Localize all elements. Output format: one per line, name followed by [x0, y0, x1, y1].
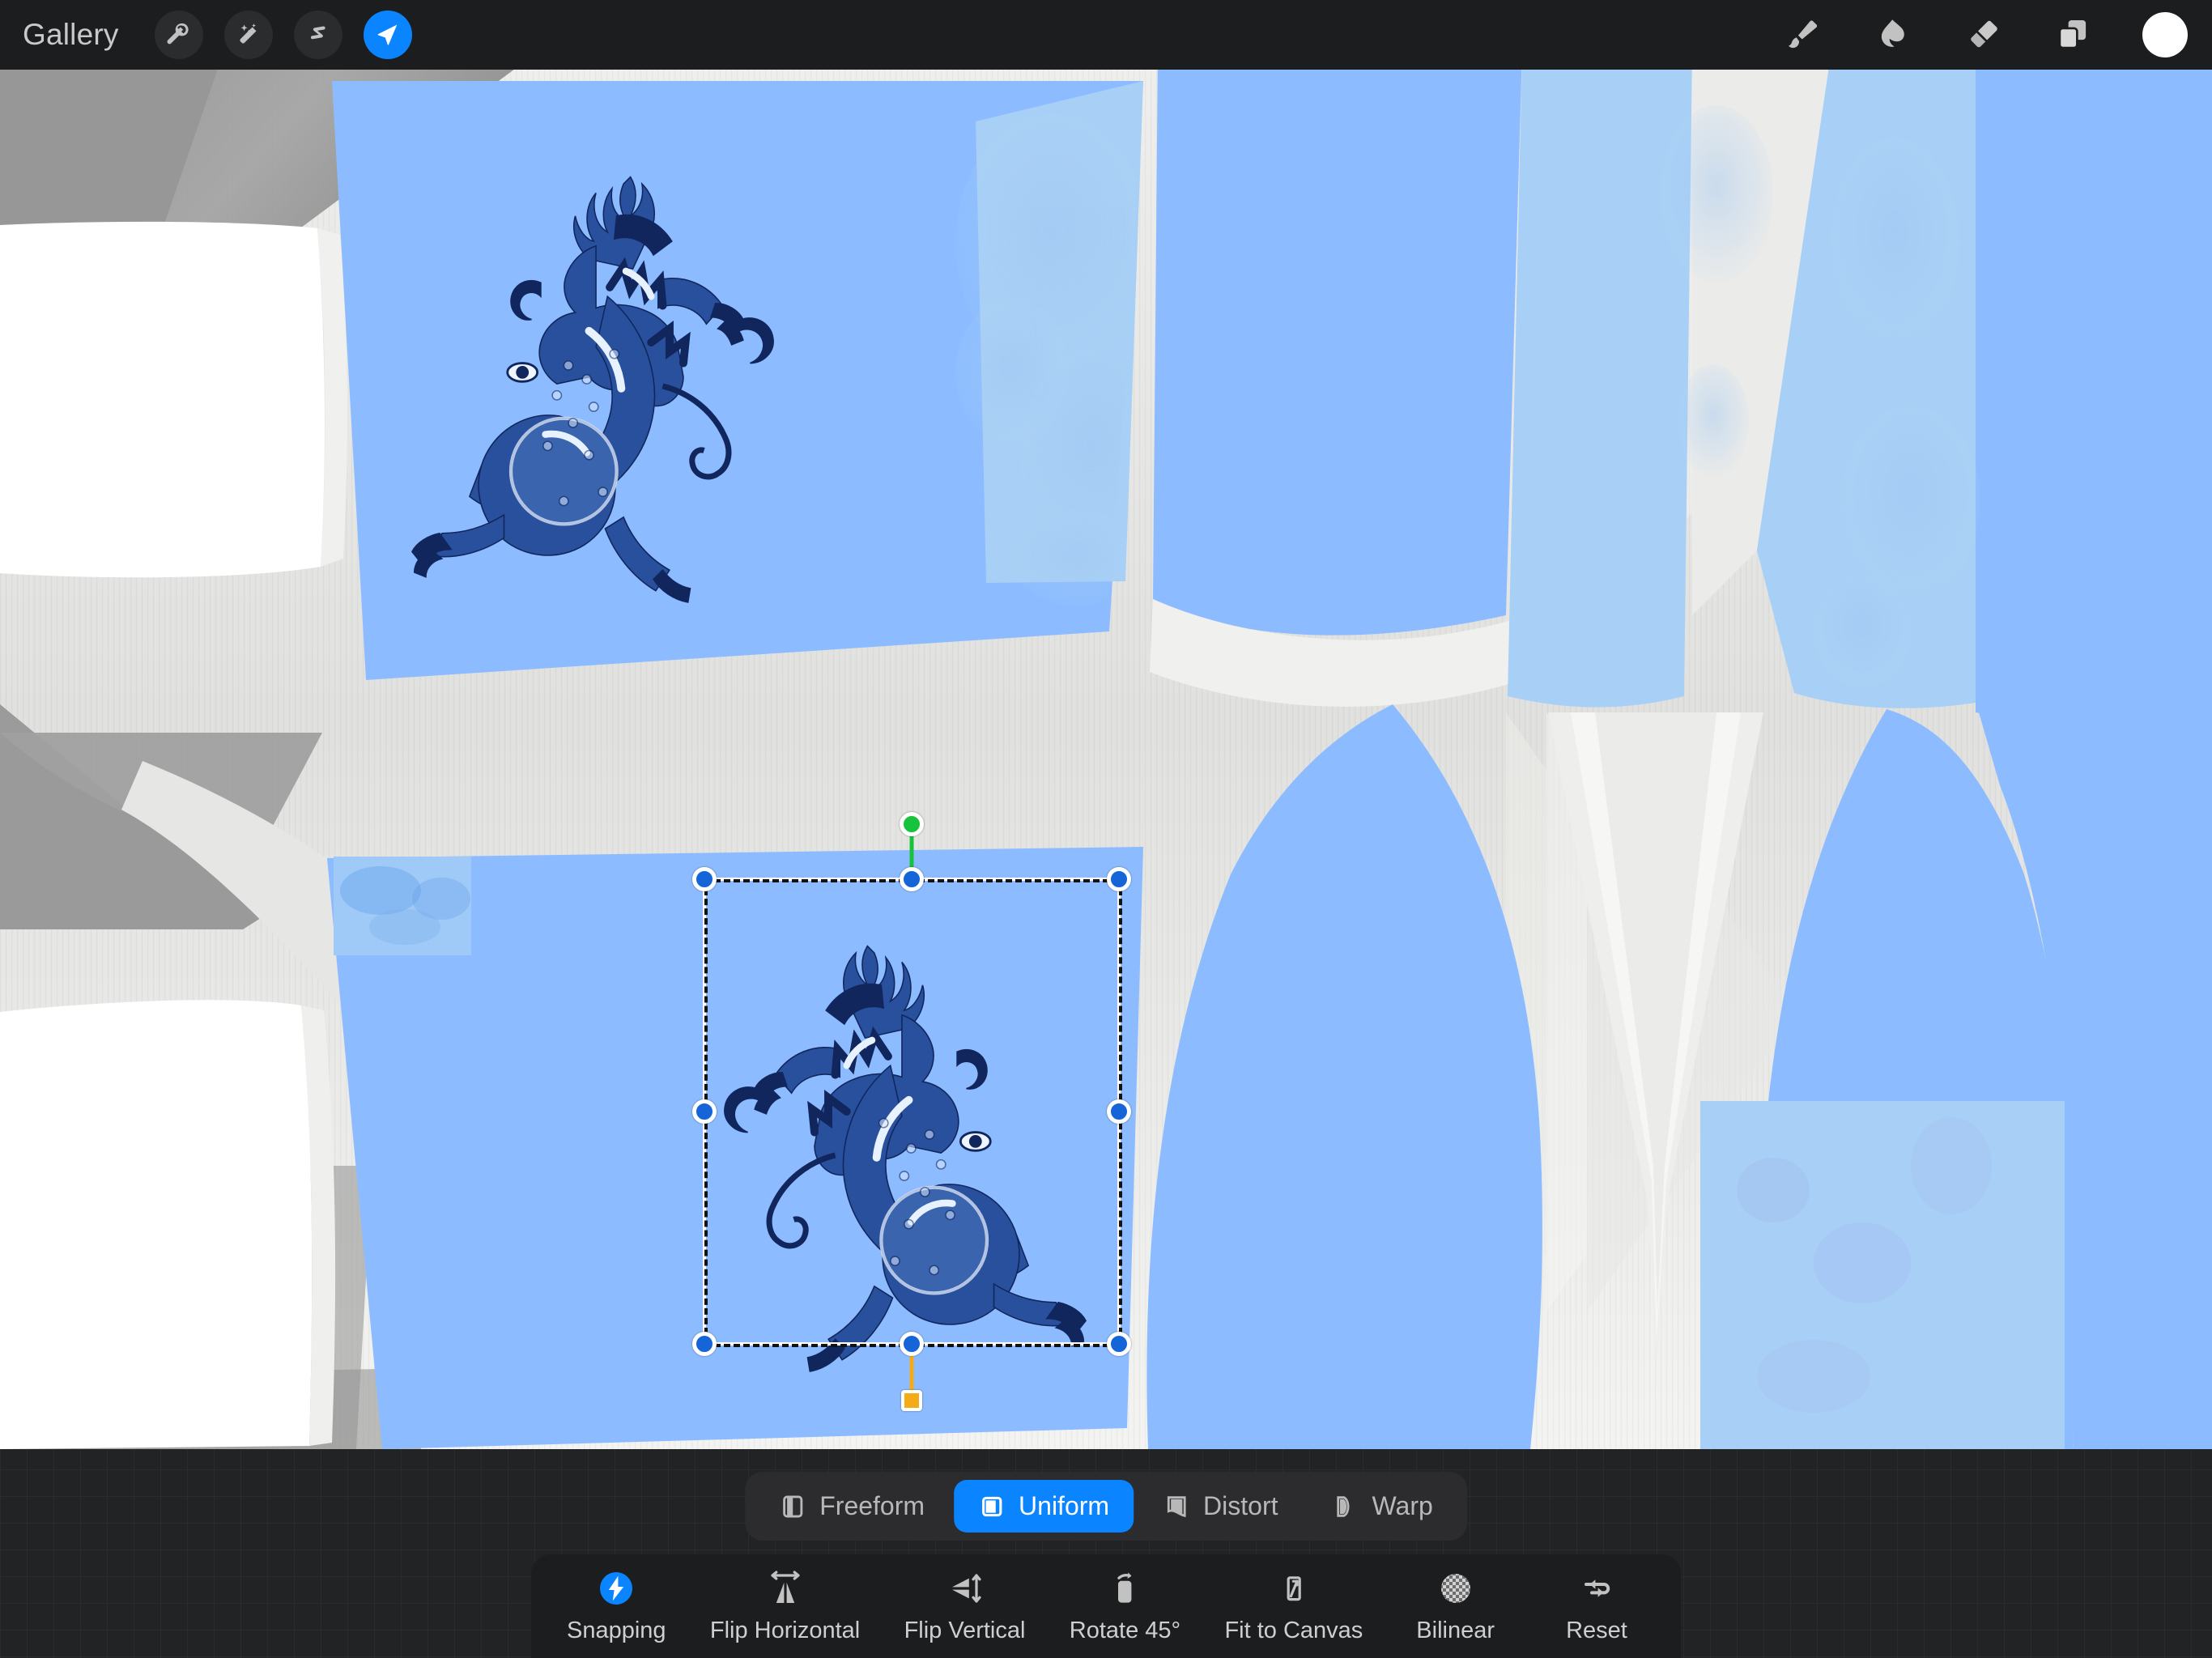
- freeform-icon: [783, 1495, 803, 1517]
- action-reset-label: Reset: [1566, 1618, 1627, 1643]
- transform-mode-freeform[interactable]: Freeform: [755, 1480, 949, 1533]
- transform-arrow-icon: [377, 24, 397, 45]
- warp-icon: [1337, 1495, 1350, 1517]
- action-fit-to-canvas[interactable]: Fit to Canvas: [1224, 1567, 1363, 1644]
- bottom-panel: Freeform Uniform Distort Warp Snapping F…: [0, 1449, 2212, 1658]
- fit-to-canvas-icon: [1274, 1567, 1313, 1609]
- action-flip-vertical[interactable]: Flip Vertical: [904, 1567, 1026, 1644]
- color-swatch-button[interactable]: [2142, 12, 2188, 57]
- action-flip-horizontal[interactable]: Flip Horizontal: [710, 1567, 860, 1644]
- transform-mode-uniform[interactable]: Uniform: [954, 1480, 1134, 1533]
- action-bilinear[interactable]: Bilinear: [1407, 1567, 1504, 1644]
- actions-wrench-button[interactable]: [154, 11, 203, 59]
- selection-icon: [310, 26, 325, 40]
- reset-icon: [1577, 1567, 1616, 1609]
- action-snapping[interactable]: Snapping: [567, 1567, 666, 1644]
- adjustments-wand-button[interactable]: [223, 11, 273, 59]
- top-toolbar: Gallery: [0, 0, 2212, 70]
- smudge-icon: [1881, 19, 1904, 47]
- uniform-icon: [981, 1496, 1002, 1516]
- transform-action-bar: Snapping Flip Horizontal Flip Vertical R…: [531, 1554, 1681, 1658]
- eraser-icon: [1971, 20, 1997, 48]
- transform-mode-distort-label: Distort: [1203, 1491, 1278, 1520]
- action-reset[interactable]: Reset: [1548, 1567, 1645, 1644]
- action-flip-horizontal-label: Flip Horizontal: [709, 1618, 861, 1643]
- top-toolbar-left-tools: [154, 11, 412, 59]
- bilinear-icon: [1436, 1567, 1475, 1609]
- paint-brush-icon: [1789, 20, 1818, 49]
- paint-brush-button[interactable]: [1755, 6, 1846, 64]
- transform-mode-freeform-label: Freeform: [819, 1491, 925, 1520]
- action-rotate-45-label: Rotate 45°: [1069, 1618, 1181, 1643]
- layers-icon: [2058, 19, 2087, 49]
- transform-mode-distort[interactable]: Distort: [1138, 1480, 1302, 1533]
- adjustments-wand-icon: [240, 23, 257, 44]
- eraser-button[interactable]: [1937, 6, 2027, 64]
- procreate-app: Gallery Freeform Uniform Distort Warp Sn…: [0, 0, 2212, 1658]
- gallery-button[interactable]: Gallery: [23, 18, 119, 52]
- transform-mode-uniform-label: Uniform: [1019, 1491, 1110, 1520]
- rotate-45-icon: [1105, 1567, 1144, 1609]
- selection-button[interactable]: [293, 11, 342, 59]
- transform-mode-warp[interactable]: Warp: [1308, 1480, 1457, 1533]
- action-snapping-label: Snapping: [567, 1618, 666, 1643]
- actions-wrench-icon: [167, 23, 189, 45]
- action-bilinear-label: Bilinear: [1416, 1618, 1495, 1643]
- distort-icon: [1167, 1495, 1186, 1517]
- top-toolbar-right-tools: [1755, 6, 2212, 64]
- canvas-area[interactable]: [0, 0, 2212, 1449]
- transform-mode-warp-label: Warp: [1372, 1491, 1433, 1520]
- layers-button[interactable]: [2027, 6, 2118, 64]
- action-fit-to-canvas-label: Fit to Canvas: [1224, 1618, 1363, 1643]
- flip-horizontal-icon: [766, 1567, 805, 1609]
- transform-mode-bar: Freeform Uniform Distort Warp: [745, 1472, 1467, 1541]
- transform-arrow-button[interactable]: [363, 11, 412, 59]
- snapping-bolt-icon: [597, 1567, 636, 1609]
- flip-vertical-icon: [946, 1567, 985, 1609]
- action-flip-vertical-label: Flip Vertical: [904, 1618, 1026, 1643]
- garment-mockup-artwork: [0, 0, 2212, 1449]
- action-rotate-45[interactable]: Rotate 45°: [1070, 1567, 1180, 1644]
- smudge-button[interactable]: [1846, 6, 1937, 64]
